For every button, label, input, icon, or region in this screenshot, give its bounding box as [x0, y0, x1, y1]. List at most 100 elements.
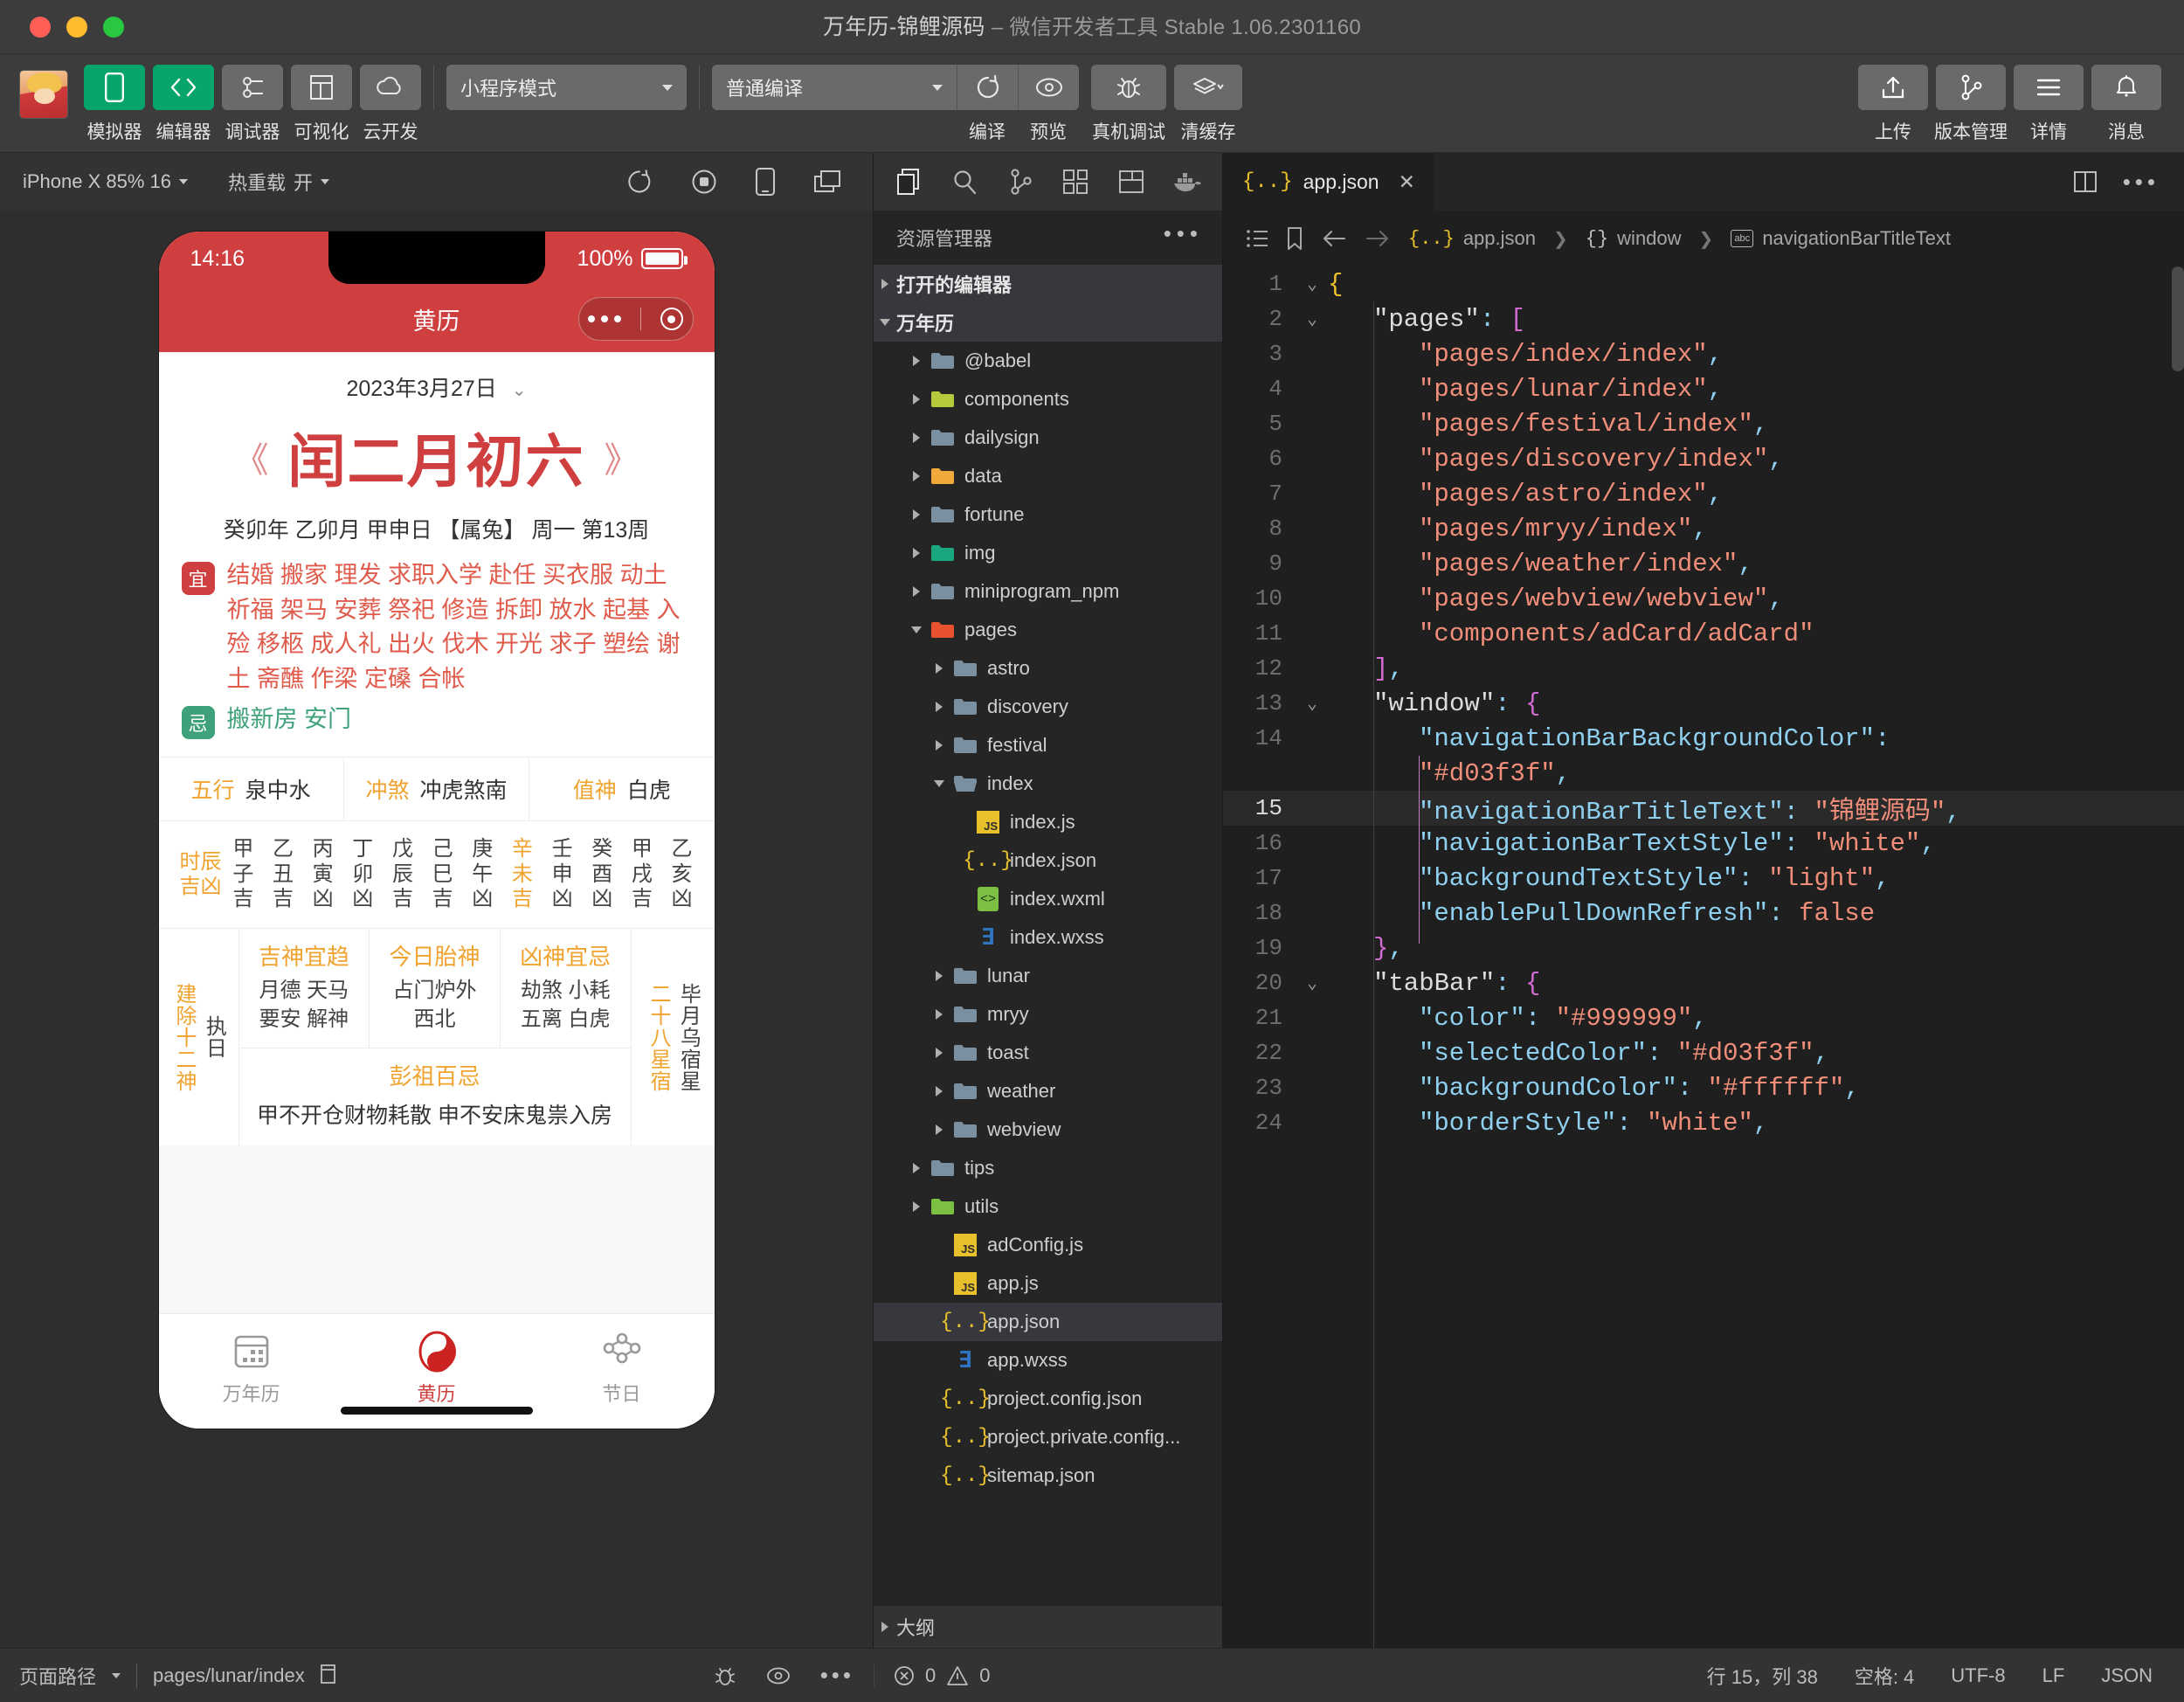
- wechat-capsule[interactable]: [577, 297, 694, 341]
- code-line[interactable]: 8 "pages/mryy/index",: [1223, 511, 2184, 546]
- section-project-root[interactable]: 万年历: [874, 303, 1222, 342]
- code-line[interactable]: 4 "pages/lunar/index",: [1223, 371, 2184, 406]
- tree-folder[interactable]: utils: [874, 1187, 1222, 1226]
- tree-folder[interactable]: weather: [874, 1072, 1222, 1110]
- real-device-debug-button[interactable]: 真机调试: [1091, 65, 1166, 144]
- tab-huangli[interactable]: 黄历: [344, 1328, 529, 1407]
- split-editor-icon[interactable]: [2073, 170, 2097, 193]
- code-line[interactable]: 10 "pages/webview/webview",: [1223, 581, 2184, 616]
- tree-file[interactable]: {..} index.json: [874, 841, 1222, 880]
- debug-icon[interactable]: [1103, 153, 1159, 211]
- language-mode[interactable]: JSON: [2101, 1664, 2153, 1687]
- close-mini-program-icon[interactable]: [660, 308, 683, 330]
- encoding[interactable]: UTF-8: [1951, 1664, 2005, 1687]
- prev-day-icon[interactable]: 《: [234, 432, 269, 482]
- tree-file[interactable]: JS adConfig.js: [874, 1226, 1222, 1264]
- ellipsis-icon[interactable]: •••: [820, 1662, 854, 1689]
- hot-reload-select[interactable]: 热重载 开: [228, 168, 330, 196]
- toolbar-simulator-button[interactable]: 模拟器: [84, 65, 145, 144]
- upload-button[interactable]: 上传: [1858, 65, 1928, 144]
- tab-wannianli[interactable]: 万年历: [159, 1328, 344, 1407]
- fold-toggle-icon[interactable]: ⌄: [1296, 972, 1328, 994]
- section-open-editors[interactable]: 打开的编辑器: [874, 265, 1222, 303]
- bug-icon[interactable]: [714, 1664, 736, 1687]
- tree-file[interactable]: JS index.js: [874, 803, 1222, 841]
- tree-file[interactable]: <> index.wxml: [874, 880, 1222, 918]
- compile-select[interactable]: 普通编译: [712, 65, 957, 110]
- fold-toggle-icon[interactable]: ⌄: [1296, 308, 1328, 330]
- next-day-icon[interactable]: 》: [605, 432, 639, 482]
- code-line[interactable]: 22 "selectedColor": "#d03f3f",: [1223, 1035, 2184, 1070]
- page-path-label[interactable]: 页面路径: [19, 1662, 96, 1690]
- code-line[interactable]: 12],: [1223, 651, 2184, 686]
- toolbar-visual-button[interactable]: 可视化: [291, 65, 352, 144]
- code-line[interactable]: 7 "pages/astro/index",: [1223, 476, 2184, 511]
- tree-folder[interactable]: @babel: [874, 342, 1222, 380]
- fold-toggle-icon[interactable]: ⌄: [1296, 692, 1328, 715]
- preview-button[interactable]: [1018, 65, 1079, 110]
- code-line[interactable]: 9 "pages/weather/index",: [1223, 546, 2184, 581]
- tree-file[interactable]: ∃ app.wxss: [874, 1341, 1222, 1380]
- code-line[interactable]: 24 "borderStyle": "white",: [1223, 1105, 2184, 1140]
- ellipsis-icon[interactable]: •••: [1164, 222, 1203, 245]
- tree-folder[interactable]: dailysign: [874, 419, 1222, 457]
- source-control-icon[interactable]: [992, 153, 1048, 211]
- eye-icon[interactable]: [766, 1666, 791, 1685]
- tree-folder[interactable]: webview: [874, 1110, 1222, 1149]
- code-line[interactable]: 18 "enablePullDownRefresh": false: [1223, 896, 2184, 931]
- more-actions-icon[interactable]: •••: [2123, 169, 2160, 196]
- code-line[interactable]: 19},: [1223, 931, 2184, 965]
- tree-folder[interactable]: toast: [874, 1034, 1222, 1072]
- toolbar-debugger-button[interactable]: 调试器: [222, 65, 283, 144]
- tree-folder[interactable]: miniprogram_npm: [874, 572, 1222, 611]
- tree-folder[interactable]: lunar: [874, 957, 1222, 995]
- fold-toggle-icon[interactable]: ⌄: [1296, 273, 1328, 295]
- code-line[interactable]: 11 "components/adCard/adCard": [1223, 616, 2184, 651]
- breadcrumb-item-property[interactable]: abc navigationBarTitleText: [1731, 227, 1951, 250]
- code-line[interactable]: 3 "pages/index/index",: [1223, 336, 2184, 371]
- tree-file[interactable]: {..} sitemap.json: [874, 1456, 1222, 1495]
- code-area[interactable]: 1 ⌄{2 ⌄ "pages": [3 "pages/index/index", 4 "pa…: [1223, 266, 2184, 1648]
- tree-file[interactable]: JS app.js: [874, 1264, 1222, 1303]
- cursor-position[interactable]: 行 15，列 38: [1707, 1662, 1818, 1690]
- clear-cache-button[interactable]: 清缓存: [1174, 65, 1242, 144]
- split-icon[interactable]: [813, 170, 841, 194]
- tree-folder[interactable]: tips: [874, 1149, 1222, 1187]
- back-arrow-icon[interactable]: [1321, 229, 1347, 248]
- code-line[interactable]: 13 ⌄ "window": {: [1223, 686, 2184, 721]
- forward-arrow-icon[interactable]: [1365, 229, 1391, 248]
- mode-select[interactable]: 小程序模式: [446, 65, 687, 110]
- tree-folder[interactable]: img: [874, 534, 1222, 572]
- bookmark-icon[interactable]: [1286, 227, 1303, 250]
- tree-file[interactable]: {..} project.config.json: [874, 1380, 1222, 1418]
- tree-file[interactable]: {..} app.json: [874, 1303, 1222, 1341]
- code-line[interactable]: 14 "navigationBarBackgroundColor":: [1223, 721, 2184, 756]
- code-line[interactable]: 1 ⌄{: [1223, 266, 2184, 301]
- device-icon[interactable]: [756, 168, 775, 196]
- tree-file[interactable]: {..} project.private.config...: [874, 1418, 1222, 1456]
- files-icon[interactable]: [881, 153, 936, 211]
- eol[interactable]: LF: [2042, 1664, 2065, 1687]
- docker-icon[interactable]: [1159, 153, 1215, 211]
- editor-tab-app-json[interactable]: {..} app.json ✕: [1223, 153, 1434, 211]
- indentation[interactable]: 空格: 4: [1855, 1662, 1914, 1690]
- code-line[interactable]: 2 ⌄ "pages": [: [1223, 301, 2184, 336]
- code-line[interactable]: 23 "backgroundColor": "#ffffff",: [1223, 1070, 2184, 1105]
- code-line[interactable]: 20 ⌄ "tabBar": {: [1223, 965, 2184, 1000]
- device-select[interactable]: iPhone X 85% 16: [23, 170, 189, 193]
- compile-button[interactable]: [957, 65, 1018, 110]
- tab-jieri[interactable]: 节日: [529, 1328, 715, 1407]
- date-selector[interactable]: 2023年3月27日 ⌄: [159, 371, 715, 403]
- details-button[interactable]: 详情: [2014, 65, 2084, 144]
- code-line[interactable]: 21 "color": "#999999",: [1223, 1000, 2184, 1035]
- tree-folder[interactable]: pages: [874, 611, 1222, 649]
- code-line[interactable]: 15 "navigationBarTitleText": "锦鲤源码",: [1223, 791, 2184, 827]
- refresh-icon[interactable]: [626, 169, 653, 195]
- copy-icon[interactable]: [320, 1664, 340, 1687]
- tree-folder[interactable]: festival: [874, 726, 1222, 765]
- status-problems[interactable]: 0 0: [874, 1664, 1223, 1687]
- section-outline[interactable]: 大纲: [874, 1606, 1222, 1648]
- tree-folder[interactable]: data: [874, 457, 1222, 495]
- close-icon[interactable]: ✕: [1399, 170, 1415, 194]
- version-control-button[interactable]: 版本管理: [1934, 65, 2008, 144]
